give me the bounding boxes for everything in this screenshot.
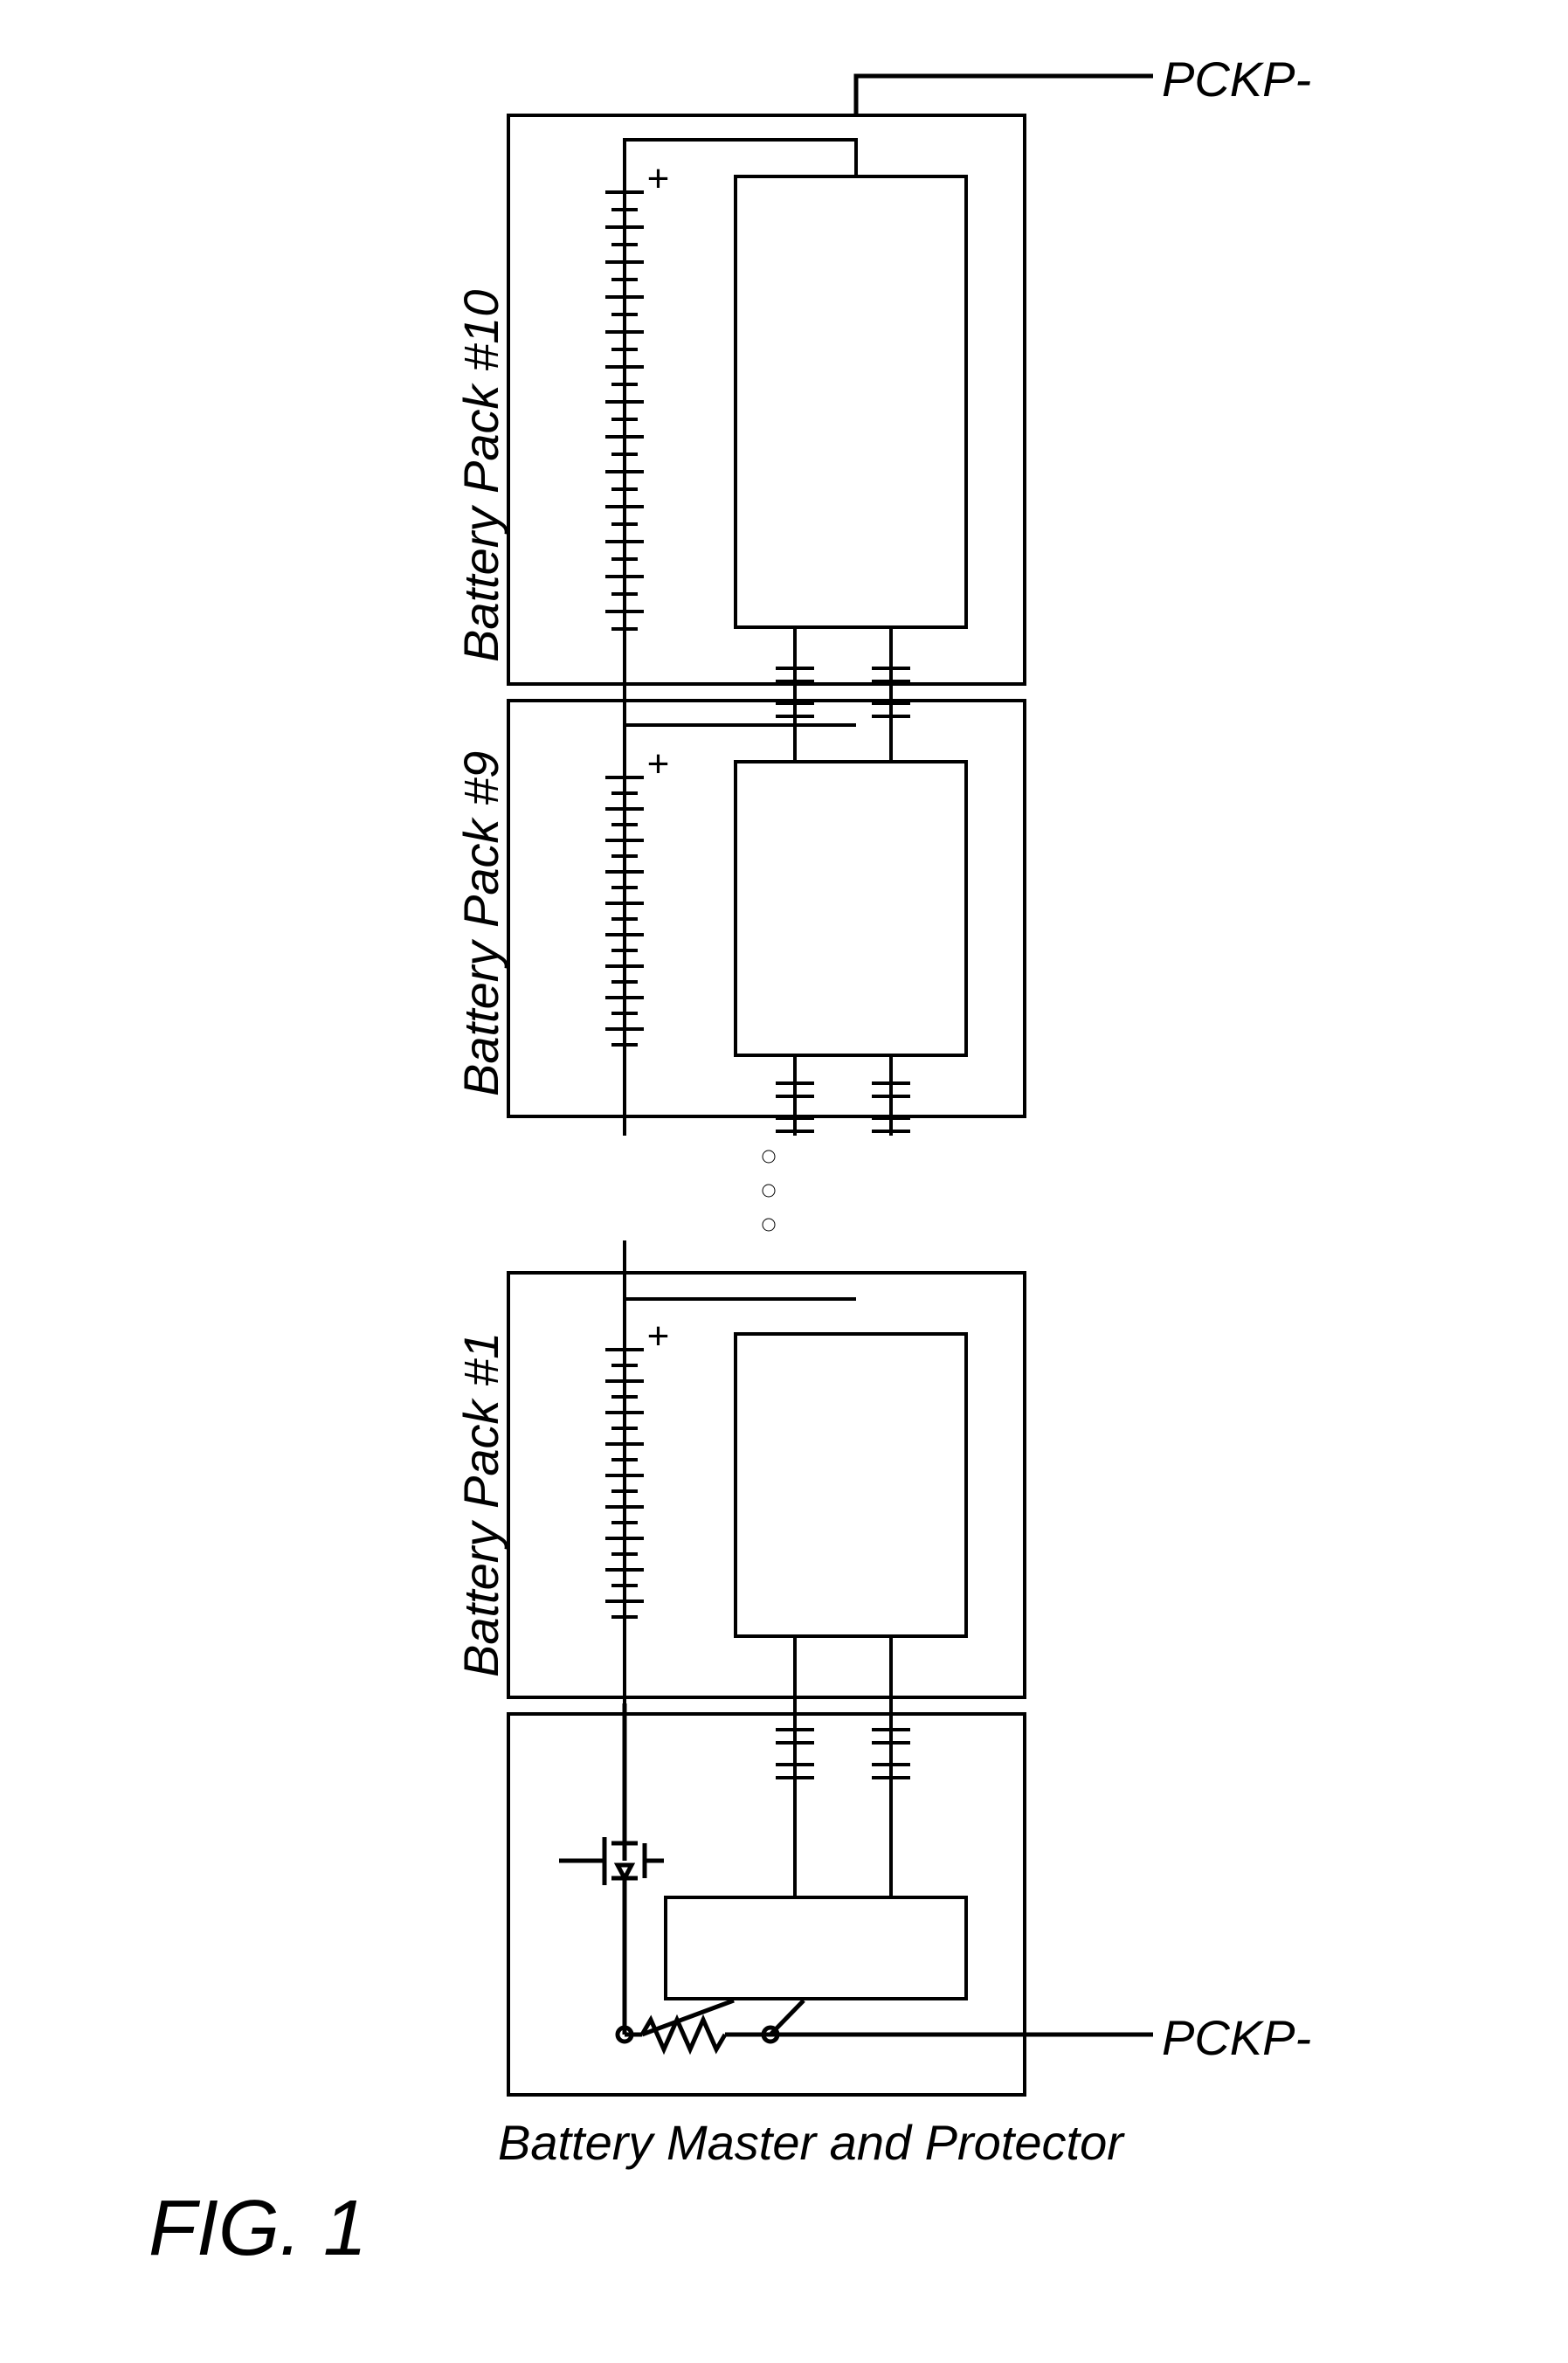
resistor-icon bbox=[642, 2020, 725, 2049]
wiring-svg bbox=[0, 0, 1568, 2363]
mosfet-icon bbox=[604, 1837, 664, 1885]
page: FIG. 1 Battery Master and Protector PCKP… bbox=[0, 0, 1568, 2363]
dots-3 bbox=[763, 1219, 775, 1231]
dots-2 bbox=[763, 1185, 775, 1197]
pack-9-detail bbox=[605, 664, 910, 1136]
master-detail bbox=[559, 1703, 804, 2049]
dots-1 bbox=[763, 1150, 775, 1163]
pack-10-detail bbox=[605, 140, 910, 760]
pack-1-detail bbox=[605, 1240, 910, 1896]
wire-pckp-top bbox=[856, 76, 1153, 114]
